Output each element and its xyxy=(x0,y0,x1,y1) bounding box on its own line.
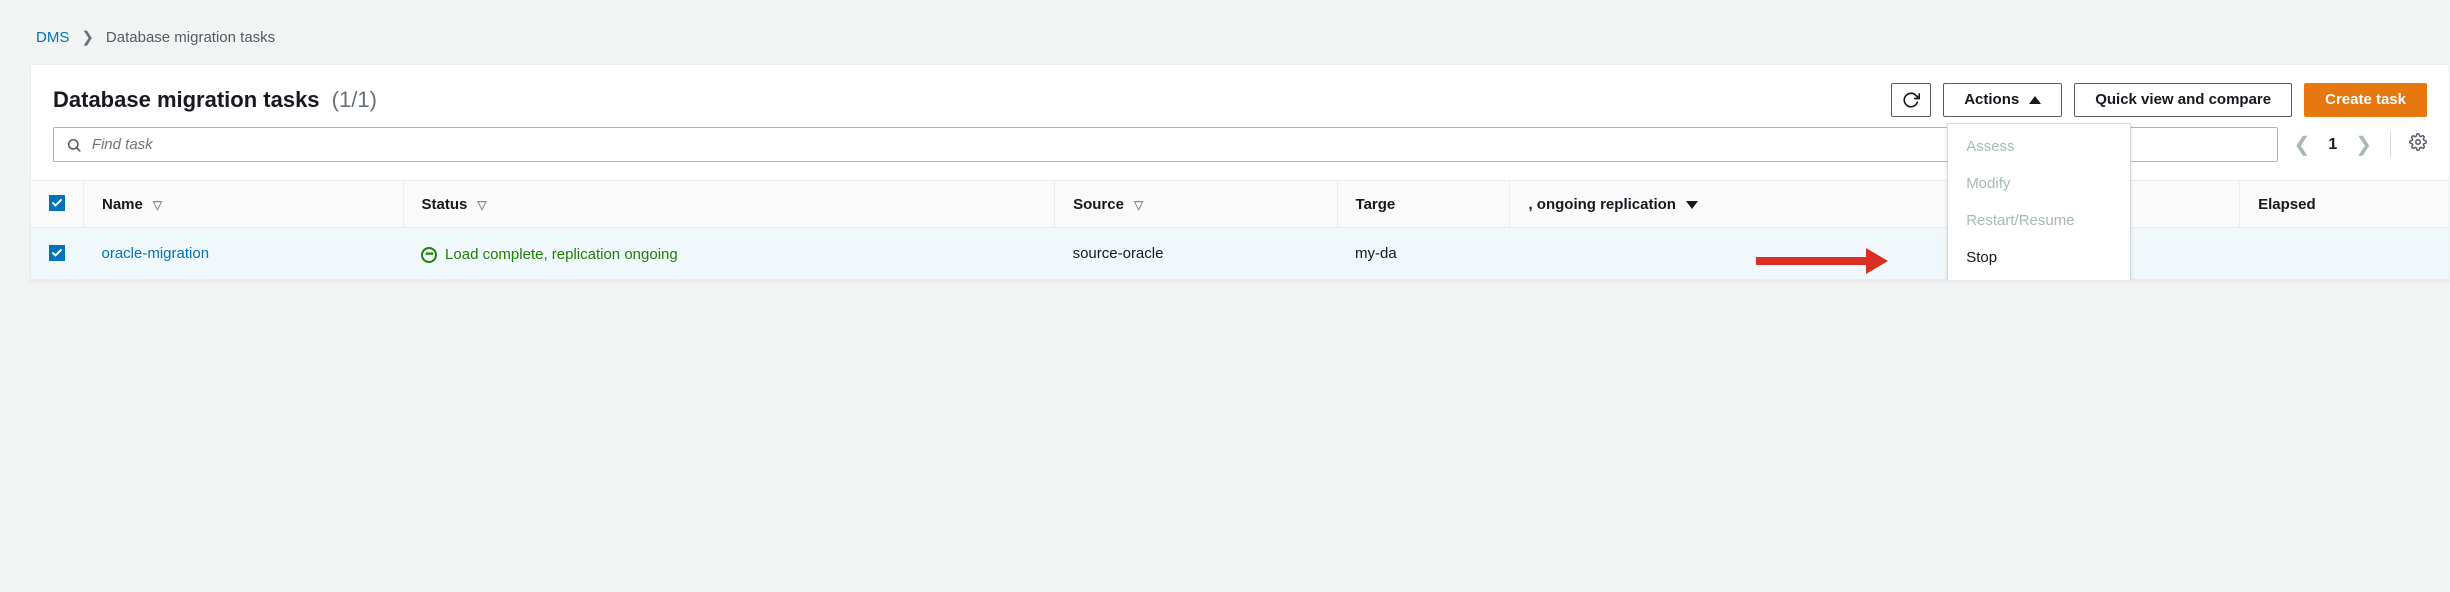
divider xyxy=(2390,132,2391,158)
create-task-button-label: Create task xyxy=(2325,91,2406,109)
pager-next[interactable]: ❯ xyxy=(2355,132,2372,157)
caret-up-icon xyxy=(2029,96,2041,104)
column-header-status[interactable]: Status ▽ xyxy=(403,181,1055,228)
column-header-type[interactable]: , ongoing replication xyxy=(1510,181,1970,228)
cell-elapsed xyxy=(2240,228,2449,280)
row-checkbox[interactable] xyxy=(49,245,65,261)
page-title-text: Database migration tasks xyxy=(53,87,320,112)
column-header-type-label: , ongoing replication xyxy=(1528,196,1676,213)
tasks-panel: Database migration tasks (1/1) Actions Q… xyxy=(30,64,2450,281)
column-header-elapsed[interactable]: Elapsed xyxy=(2240,181,2449,228)
page-title-count: (1/1) xyxy=(332,87,377,112)
actions-button-label: Actions xyxy=(1964,91,2019,109)
sort-icon: ▽ xyxy=(477,198,486,212)
column-header-elapsed-label: Elapsed xyxy=(2258,196,2316,213)
breadcrumb-root[interactable]: DMS xyxy=(36,29,69,46)
column-header-select[interactable] xyxy=(31,181,84,228)
column-header-name-label: Name xyxy=(102,196,143,213)
column-header-target[interactable]: Targe xyxy=(1337,181,1510,228)
column-header-name[interactable]: Name ▽ xyxy=(84,181,404,228)
create-task-button[interactable]: Create task xyxy=(2304,83,2427,117)
actions-menu-delete[interactable]: Delete xyxy=(1948,276,2130,281)
search-box[interactable] xyxy=(53,127,2278,162)
search-icon xyxy=(66,137,82,153)
sort-icon: ▽ xyxy=(153,198,162,212)
column-header-source-label: Source xyxy=(1073,196,1124,213)
page-title: Database migration tasks (1/1) xyxy=(53,87,377,113)
actions-menu-stop[interactable]: Stop xyxy=(1948,239,2130,276)
pager-prev[interactable]: ❮ xyxy=(2294,132,2311,157)
status-ok-icon: ••• xyxy=(421,247,437,263)
refresh-button[interactable] xyxy=(1891,83,1931,117)
column-header-status-label: Status xyxy=(422,196,468,213)
sort-icon: ▽ xyxy=(1134,198,1143,212)
quick-view-button-label: Quick view and compare xyxy=(2095,91,2271,109)
search-input[interactable] xyxy=(92,136,2265,153)
status-text: Load complete, replication ongoing xyxy=(445,246,678,263)
actions-button[interactable]: Actions xyxy=(1943,83,2062,117)
column-header-target-label: Targe xyxy=(1356,196,1396,213)
quick-view-button[interactable]: Quick view and compare xyxy=(2074,83,2292,117)
pager-page: 1 xyxy=(2328,136,2337,154)
breadcrumb-current: Database migration tasks xyxy=(106,29,275,46)
cell-source: source-oracle xyxy=(1055,228,1337,280)
chevron-right-icon: ❯ xyxy=(81,28,94,46)
pager: ❮ 1 ❯ xyxy=(2294,132,2427,158)
status-badge: ••• Load complete, replication ongoing xyxy=(421,246,678,263)
cell-type xyxy=(1510,228,1970,280)
column-header-source[interactable]: Source ▽ xyxy=(1055,181,1337,228)
breadcrumb: DMS ❯ Database migration tasks xyxy=(36,28,2450,46)
actions-dropdown: Assess Modify Restart/Resume Stop Delete xyxy=(1947,123,2131,281)
task-name-link[interactable]: oracle-migration xyxy=(102,245,210,262)
select-all-checkbox[interactable] xyxy=(49,195,65,211)
cell-target: my-da xyxy=(1337,228,1510,280)
settings-button[interactable] xyxy=(2409,133,2427,156)
caret-down-icon xyxy=(1686,201,1698,209)
refresh-icon xyxy=(1902,91,1920,109)
gear-icon xyxy=(2409,133,2427,151)
actions-menu-assess[interactable]: Assess xyxy=(1948,128,2130,165)
actions-menu-modify[interactable]: Modify xyxy=(1948,165,2130,202)
actions-menu-restart-resume[interactable]: Restart/Resume xyxy=(1948,202,2130,239)
